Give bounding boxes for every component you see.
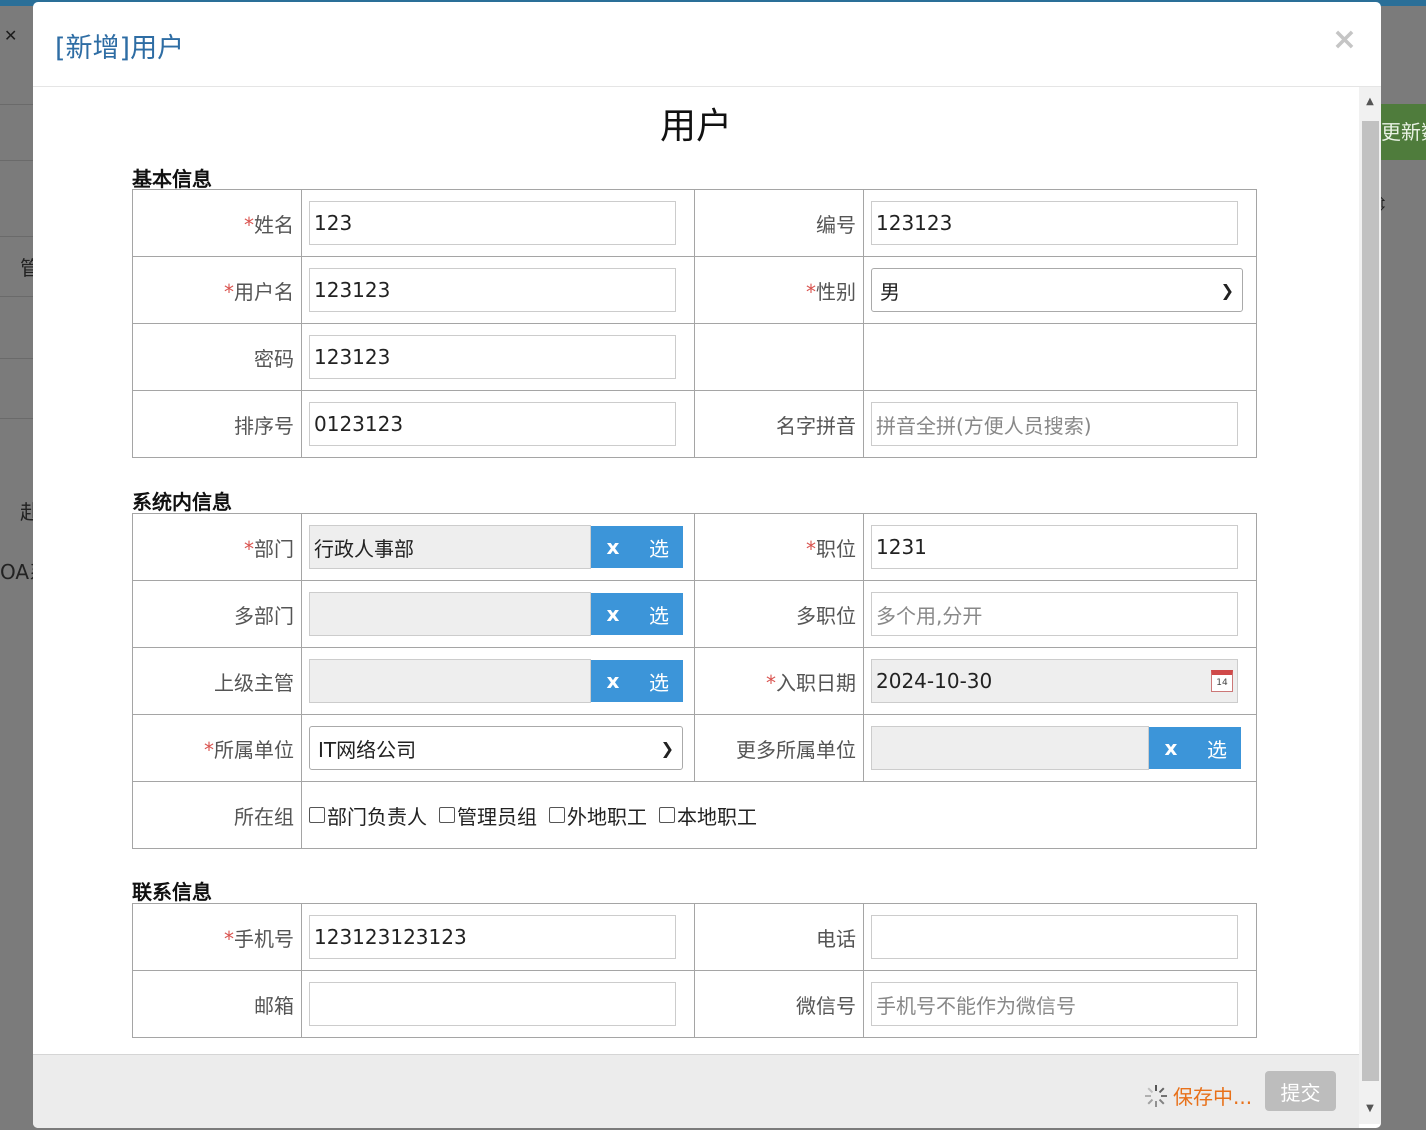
- section-system-info: 系统内信息: [132, 490, 232, 514]
- group-label: 所在组: [132, 781, 302, 849]
- section-basic-info: 基本信息: [132, 167, 212, 191]
- name-label: *姓名: [132, 189, 302, 257]
- spinner-icon: [1145, 1084, 1167, 1107]
- company-label: *所属单位: [132, 714, 302, 782]
- basic-info-table: *姓名 123 编号 123123 *用户名 123123 *性别 男 ❯ 密码 …: [132, 189, 1257, 458]
- supervisor-clear-button[interactable]: x: [591, 660, 635, 702]
- entry-date-input[interactable]: 2024-10-30 14: [871, 659, 1238, 703]
- background-divider: [0, 104, 34, 105]
- password-label: 密码: [132, 323, 302, 391]
- wechat-input[interactable]: 手机号不能作为微信号: [871, 982, 1238, 1026]
- dept-picker: 行政人事部 x 选: [309, 525, 687, 569]
- calendar-icon[interactable]: 14: [1211, 670, 1233, 692]
- submit-button[interactable]: 提交: [1265, 1071, 1336, 1111]
- entry-date-label: *入职日期: [694, 647, 864, 715]
- more-company-clear-button[interactable]: x: [1149, 727, 1193, 769]
- modal-header: [新增]用户 ×: [33, 2, 1381, 87]
- empty-cell: [694, 323, 864, 391]
- section-contact-info: 联系信息: [132, 880, 212, 904]
- gender-label: *性别: [694, 256, 864, 324]
- number-input[interactable]: 123123: [871, 201, 1238, 245]
- contact-info-table: *手机号 123123123123 电话 邮箱 微信号 手机号不能作为微信号: [132, 903, 1257, 1038]
- sort-input[interactable]: 0123123: [309, 402, 676, 446]
- email-input[interactable]: [309, 982, 676, 1026]
- system-info-table: *部门 行政人事部 x 选 *职位 1231 多部门 x 选 多职位 多个用,分…: [132, 513, 1257, 849]
- dept-select-button[interactable]: 选: [635, 526, 683, 568]
- sort-label: 排序号: [132, 390, 302, 458]
- multi-position-input[interactable]: 多个用,分开: [871, 592, 1238, 636]
- background-close-icon: ✕: [4, 26, 18, 45]
- scroll-down-icon[interactable]: ▼: [1359, 1094, 1381, 1124]
- dept-input[interactable]: 行政人事部: [309, 525, 591, 569]
- empty-cell: [863, 323, 1257, 391]
- position-label: *职位: [694, 513, 864, 581]
- modal-footer: 保存中... 提交: [33, 1054, 1359, 1128]
- checkbox[interactable]: [309, 807, 325, 823]
- supervisor-label: 上级主管: [132, 647, 302, 715]
- scroll-up-icon[interactable]: ▲: [1359, 87, 1381, 117]
- company-select[interactable]: IT网络公司 ❯: [309, 726, 683, 770]
- phone-input[interactable]: [871, 915, 1238, 959]
- group-checkbox-remote[interactable]: 外地职工: [549, 801, 647, 830]
- checkbox[interactable]: [549, 807, 565, 823]
- name-input[interactable]: 123: [309, 201, 676, 245]
- form-title: 用户: [659, 106, 732, 147]
- supervisor-input[interactable]: [309, 659, 591, 703]
- background-divider: [0, 236, 34, 237]
- background-divider: [0, 358, 34, 359]
- multi-dept-select-button[interactable]: 选: [635, 593, 683, 635]
- gender-select[interactable]: 男 ❯: [871, 268, 1243, 312]
- background-divider: [0, 418, 34, 419]
- email-label: 邮箱: [132, 970, 302, 1038]
- username-input[interactable]: 123123: [309, 268, 676, 312]
- chevron-down-icon: ❯: [660, 738, 674, 758]
- multi-dept-label: 多部门: [132, 580, 302, 648]
- password-input[interactable]: 123123: [309, 335, 676, 379]
- group-checkbox-admin[interactable]: 管理员组: [439, 801, 537, 830]
- more-company-picker: x 选: [871, 726, 1249, 770]
- dept-clear-button[interactable]: x: [591, 526, 635, 568]
- add-user-modal: [新增]用户 × 用户 基本信息 *姓名 123 编号 123123 *用户名 …: [33, 2, 1381, 1128]
- dept-label: *部门: [132, 513, 302, 581]
- supervisor-select-button[interactable]: 选: [635, 660, 683, 702]
- background-divider: [0, 296, 34, 297]
- multi-dept-input[interactable]: [309, 592, 591, 636]
- mobile-label: *手机号: [132, 903, 302, 971]
- wechat-label: 微信号: [694, 970, 864, 1038]
- vertical-scrollbar[interactable]: ▲ ▼: [1359, 87, 1381, 1124]
- checkbox[interactable]: [659, 807, 675, 823]
- group-checkbox-local[interactable]: 本地职工: [659, 801, 757, 830]
- more-company-select-button[interactable]: 选: [1193, 727, 1241, 769]
- more-company-label: 更多所属单位: [694, 714, 864, 782]
- scrollbar-thumb[interactable]: [1362, 121, 1379, 1081]
- modal-body: 用户 基本信息 *姓名 123 编号 123123 *用户名 123123 *性…: [33, 87, 1359, 1054]
- group-checkbox-dept-head[interactable]: 部门负责人: [309, 801, 427, 830]
- saving-text: 保存中...: [1173, 1085, 1253, 1109]
- chevron-down-icon: ❯: [1220, 280, 1234, 300]
- phone-label: 电话: [694, 903, 864, 971]
- pinyin-label: 名字拼音: [694, 390, 864, 458]
- close-icon[interactable]: ×: [1332, 22, 1357, 57]
- more-company-input[interactable]: [871, 726, 1149, 770]
- multi-dept-clear-button[interactable]: x: [591, 593, 635, 635]
- checkbox[interactable]: [439, 807, 455, 823]
- background-divider: [0, 160, 34, 161]
- saving-status: 保存中...: [1145, 1081, 1252, 1110]
- supervisor-picker: x 选: [309, 659, 687, 703]
- background-update-button: 更新数: [1381, 104, 1426, 160]
- multi-dept-picker: x 选: [309, 592, 687, 636]
- pinyin-input[interactable]: 拼音全拼(方便人员搜索): [871, 402, 1238, 446]
- position-input[interactable]: 1231: [871, 525, 1238, 569]
- username-label: *用户名: [132, 256, 302, 324]
- group-checkboxes: 部门负责人 管理员组 外地职工 本地职工: [309, 801, 1249, 830]
- multi-position-label: 多职位: [694, 580, 864, 648]
- mobile-input[interactable]: 123123123123: [309, 915, 676, 959]
- modal-title: [新增]用户: [55, 33, 185, 64]
- number-label: 编号: [694, 189, 864, 257]
